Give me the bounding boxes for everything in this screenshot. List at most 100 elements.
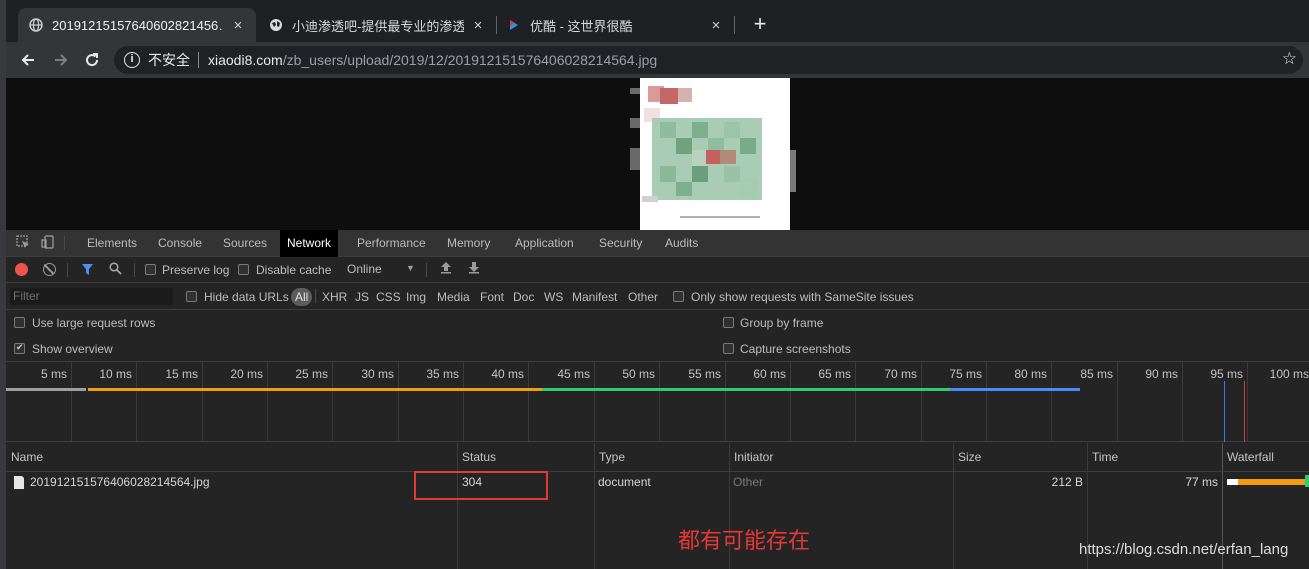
tab-strip: 20191215157640602821456… × 小迪渗透吧-提供最专业的渗… <box>6 0 1309 42</box>
info-icon[interactable]: i <box>124 52 140 68</box>
overview-bar-download <box>542 388 950 391</box>
tab-image[interactable]: 20191215157640602821456… × <box>18 8 256 42</box>
filter-type-js[interactable]: JS <box>355 288 369 306</box>
load-event-line <box>1244 381 1245 442</box>
tab-title: 20191215157640602821456… <box>52 17 224 33</box>
timeline-tick-label: 65 ms <box>818 367 851 381</box>
filter-type-xhr[interactable]: XHR <box>322 288 347 306</box>
tab-security[interactable]: Security <box>592 230 649 257</box>
filter-type-manifest[interactable]: Manifest <box>572 288 617 306</box>
url-host: xiaodi8.com <box>208 52 283 68</box>
request-time: 77 ms <box>1185 475 1218 489</box>
annotation-text: 都有可能存在 <box>678 529 811 554</box>
tab-xiaodi[interactable]: 小迪渗透吧-提供最专业的渗透测 × <box>258 8 496 42</box>
tab-console[interactable]: Console <box>151 230 209 257</box>
watermark: https://blog.csdn.net/erfan_lang <box>1079 541 1289 558</box>
tab-youku[interactable]: 优酷 - 这世界很酷 × <box>496 8 734 42</box>
youku-icon <box>506 17 522 33</box>
toolbar-divider <box>315 289 316 303</box>
tab-memory[interactable]: Memory <box>440 230 497 257</box>
timeline-tick-label: 35 ms <box>426 367 459 381</box>
toolbar-divider <box>134 263 135 277</box>
record-button[interactable] <box>15 263 28 276</box>
overview-bar-connect <box>6 388 86 391</box>
filter-type-doc[interactable]: Doc <box>513 288 534 306</box>
address-bar[interactable]: i 不安全 xiaodi8.com/zb_users/upload/2019/1… <box>114 46 1303 74</box>
tab-application[interactable]: Application <box>508 230 581 257</box>
filter-type-all[interactable]: All <box>291 288 313 306</box>
timeline-tick-label: 90 ms <box>1145 367 1178 381</box>
timeline-tick-label: 40 ms <box>491 367 524 381</box>
tab-elements[interactable]: Elements <box>80 230 144 257</box>
insecure-label[interactable]: 不安全 <box>148 50 190 70</box>
column-header-initiator[interactable]: Initiator <box>729 443 773 471</box>
timeline-tick-label: 10 ms <box>99 367 132 381</box>
search-icon[interactable] <box>107 262 123 278</box>
export-har-icon[interactable] <box>467 261 481 277</box>
chevron-down-icon[interactable]: ▼ <box>406 263 415 273</box>
overview-bar-waiting <box>88 388 542 391</box>
filter-type-media[interactable]: Media <box>437 288 470 306</box>
requests-table: Name Status Type Initiator Size Time Wat… <box>6 443 1309 569</box>
filter-type-other[interactable]: Other <box>628 288 658 306</box>
tab-performance[interactable]: Performance <box>350 230 433 257</box>
timeline-tick-label: 5 ms <box>40 367 67 381</box>
column-header-waterfall[interactable]: Waterfall <box>1222 443 1274 471</box>
column-header-time[interactable]: Time <box>1087 443 1118 471</box>
reload-icon[interactable] <box>81 49 103 71</box>
overview-bar-total <box>950 388 1080 391</box>
filter-type-font[interactable]: Font <box>480 288 504 306</box>
tab-network[interactable]: Network <box>280 230 339 257</box>
filter-funnel-icon[interactable] <box>80 263 94 277</box>
network-settings: Use large request rows Show overview Gro… <box>6 310 1309 362</box>
filter-type-img[interactable]: Img <box>406 288 426 306</box>
waterfall-end-marker <box>1305 475 1309 487</box>
globe-icon <box>28 17 44 33</box>
group-by-frame-checkbox[interactable] <box>723 317 734 328</box>
samesite-checkbox[interactable] <box>673 291 684 302</box>
dom-content-loaded-line <box>1224 381 1225 442</box>
timeline-tick-label: 20 ms <box>230 367 263 381</box>
request-initiator: Other <box>733 475 764 489</box>
show-overview-checkbox[interactable] <box>14 342 25 354</box>
request-size: 212 B <box>1051 475 1083 489</box>
large-rows-checkbox[interactable] <box>14 317 25 328</box>
forward-arrow-icon[interactable] <box>50 49 72 71</box>
network-overview[interactable]: 5 ms 10 ms 15 ms 20 ms 25 ms 30 ms 35 ms 40 ms 4… <box>6 362 1309 442</box>
new-tab-button[interactable]: + <box>748 13 772 37</box>
filter-input[interactable] <box>10 288 173 305</box>
clear-button[interactable] <box>43 263 56 276</box>
close-tab-icon[interactable]: × <box>230 17 246 34</box>
column-header-type[interactable]: Type <box>594 443 625 471</box>
filter-type-ws[interactable]: WS <box>544 288 563 306</box>
request-type: document <box>598 475 651 489</box>
close-tab-icon[interactable]: × <box>708 17 724 34</box>
inspect-element-icon[interactable] <box>15 235 31 251</box>
browser-toolbar: i 不安全 xiaodi8.com/zb_users/upload/2019/1… <box>6 42 1309 78</box>
preserve-log-checkbox[interactable] <box>145 264 156 275</box>
column-header-status[interactable]: Status <box>457 443 496 471</box>
request-name[interactable]: 201912151576406028214564.jpg <box>30 471 210 493</box>
bookmark-star-icon[interactable]: ☆ <box>1282 49 1297 69</box>
filter-type-css[interactable]: CSS <box>376 288 401 306</box>
omnibox-divider <box>198 52 199 68</box>
url-path: /zb_users/upload/2019/12/201912151576406… <box>282 52 658 68</box>
import-har-icon[interactable] <box>439 261 453 277</box>
preserve-log-label: Preserve log <box>162 263 230 277</box>
timeline-tick-label: 15 ms <box>165 367 198 381</box>
timeline-tick-label: 100 ms <box>1269 367 1309 381</box>
back-arrow-icon[interactable] <box>17 49 39 71</box>
capture-screenshots-checkbox[interactable] <box>723 343 734 354</box>
hide-data-urls-checkbox[interactable] <box>186 291 197 302</box>
tab-audits[interactable]: Audits <box>658 230 705 257</box>
throttling-select[interactable]: Online <box>347 262 382 276</box>
close-tab-icon[interactable]: × <box>470 17 486 34</box>
tab-sources[interactable]: Sources <box>216 230 274 257</box>
column-header-size[interactable]: Size <box>953 443 981 471</box>
device-toolbar-icon[interactable] <box>40 235 56 251</box>
column-header-name[interactable]: Name <box>6 443 43 471</box>
show-overview-label: Show overview <box>32 342 113 356</box>
disable-cache-checkbox[interactable] <box>238 264 249 275</box>
timeline-tick-label: 45 ms <box>557 367 590 381</box>
network-toolbar: Preserve log Disable cache Online ▼ <box>6 257 1309 283</box>
